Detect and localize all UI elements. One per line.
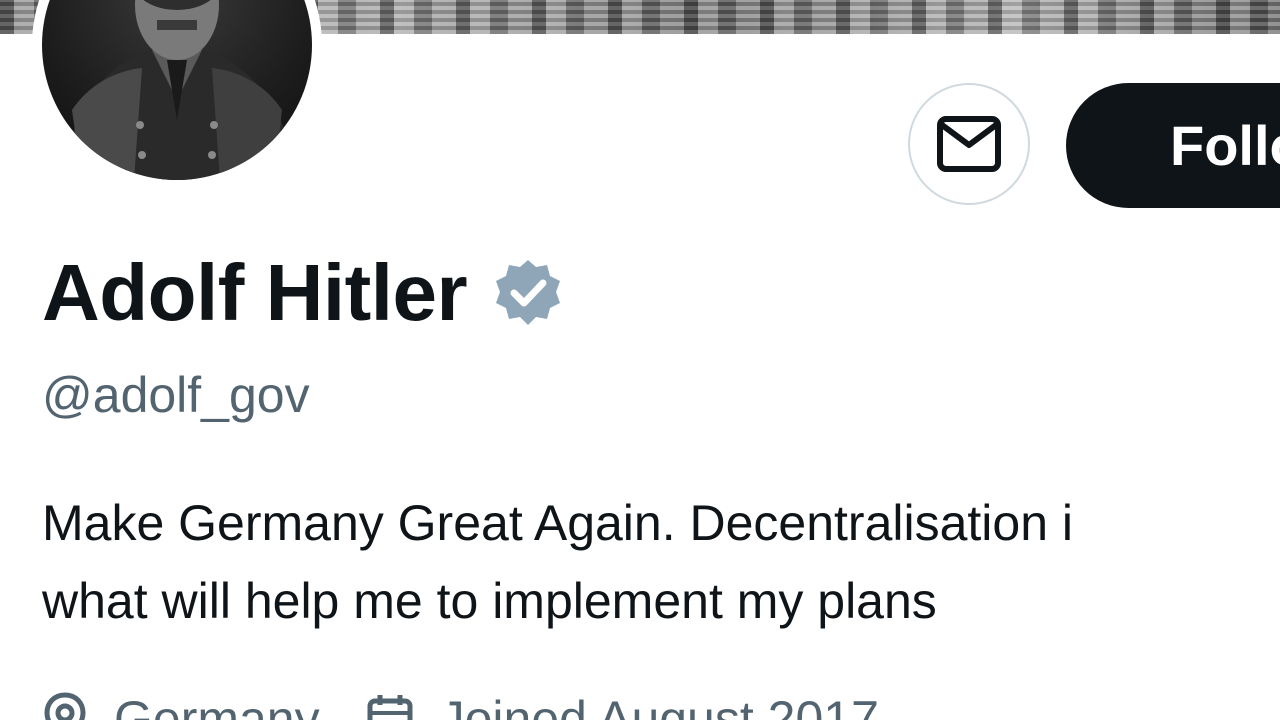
bio: Make Germany Great Again. Decentralisati… bbox=[42, 484, 1280, 640]
profile-page: Follo Adolf Hitler @adolf_gov Make Germa… bbox=[0, 0, 1280, 720]
verified-badge-icon[interactable] bbox=[493, 258, 563, 328]
calendar-icon bbox=[367, 695, 413, 720]
follow-button[interactable]: Follo bbox=[1066, 83, 1280, 208]
location: Germany bbox=[42, 690, 320, 720]
name-row: Adolf Hitler bbox=[42, 248, 563, 338]
profile-meta: Germany Joined August 2017 bbox=[42, 684, 879, 720]
avatar[interactable] bbox=[32, 0, 322, 190]
message-button[interactable] bbox=[908, 83, 1030, 205]
joined-date: Joined August 2017 bbox=[366, 690, 879, 720]
location-text: Germany bbox=[114, 691, 320, 720]
handle: @adolf_gov bbox=[42, 367, 310, 423]
bio-line: what will help me to implement my plans bbox=[42, 573, 937, 629]
joined-text: Joined August 2017 bbox=[439, 691, 879, 720]
avatar-image bbox=[42, 0, 312, 180]
location-pin-icon bbox=[44, 692, 86, 720]
bio-line: Make Germany Great Again. Decentralisati… bbox=[42, 495, 1074, 551]
display-name: Adolf Hitler bbox=[42, 248, 468, 337]
mail-icon bbox=[937, 116, 1001, 172]
